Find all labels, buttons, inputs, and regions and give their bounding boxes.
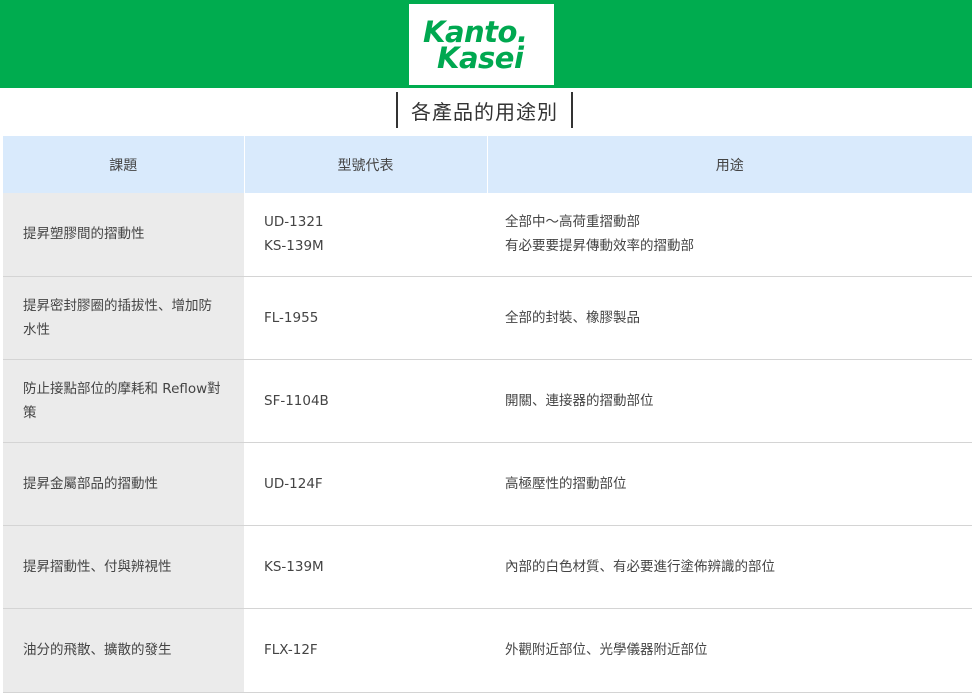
usage-text: 開關、連接器的摺動部位 — [505, 392, 654, 409]
usage-text: 內部的白色材質、有必要進行塗佈辨識的部位 — [505, 558, 775, 575]
kanto-kasei-logo[interactable]: Kanto. Kasei — [409, 4, 554, 85]
model-cell: UD-1321 KS-139M — [244, 193, 487, 277]
model-cell: SF-1104B — [244, 359, 487, 443]
table-row: 提昇摺動性、付與辨視性 KS-139M 內部的白色材質、有必要進行塗佈辨識的部位 — [3, 525, 972, 609]
usage-cell: 全部的封裝、橡膠製品 — [487, 276, 972, 360]
model-code: UD-124F — [264, 475, 323, 492]
model-cell: FLX-12F — [244, 608, 487, 693]
model-code: KS-139M — [264, 238, 324, 255]
usage-cell: 開關、連接器的摺動部位 — [487, 359, 972, 443]
model-cell: KS-139M — [244, 525, 487, 609]
page-title: 各產品的用途別 — [411, 99, 558, 124]
usage-text: 高極壓性的摺動部位 — [505, 475, 627, 492]
page-title-block: 各產品的用途別 — [396, 92, 573, 128]
model-code: FLX-12F — [264, 642, 318, 658]
table-row: 提昇密封膠圈的插拔性、增加防水性 FL-1955 全部的封裝、橡膠製品 — [3, 276, 972, 360]
model-cell: UD-124F — [244, 442, 487, 526]
usage-text: 外觀附近部位、光學儀器附近部位 — [505, 642, 708, 658]
column-header-issue: 課題 — [3, 136, 244, 193]
usage-cell: 高極壓性的摺動部位 — [487, 442, 972, 526]
usage-text: 有必要要提昇傳動效率的摺動部 — [505, 238, 694, 255]
issue-cell: 提昇摺動性、付與辨視性 — [3, 525, 244, 609]
table-row: 防止接點部位的摩耗和 Reflow對策 SF-1104B 開關、連接器的摺動部位 — [3, 359, 972, 443]
product-usage-table: 課題 型號代表 用途 提昇塑膠間的摺動性 UD-1321 KS-139M 全部中… — [3, 136, 972, 693]
table-row: 提昇塑膠間的摺動性 UD-1321 KS-139M 全部中～高荷重摺動部 有必要… — [3, 193, 972, 277]
usage-cell: 外觀附近部位、光學儀器附近部位 — [487, 608, 972, 693]
top-banner: Kanto. Kasei — [0, 0, 972, 88]
table-header-row: 課題 型號代表 用途 — [3, 136, 972, 193]
issue-cell: 提昇金屬部品的摺動性 — [3, 442, 244, 526]
issue-cell: 防止接點部位的摩耗和 Reflow對策 — [3, 359, 244, 443]
logo-text-line2: Kasei — [437, 41, 524, 75]
issue-cell: 提昇塑膠間的摺動性 — [3, 193, 244, 277]
column-header-model: 型號代表 — [243, 136, 487, 193]
usage-text: 全部的封裝、橡膠製品 — [505, 309, 640, 326]
issue-cell: 提昇密封膠圈的插拔性、增加防水性 — [3, 276, 244, 360]
issue-cell: 油分的飛散、擴散的發生 — [3, 608, 244, 693]
table-row: 油分的飛散、擴散的發生 FLX-12F 外觀附近部位、光學儀器附近部位 — [3, 608, 972, 693]
model-cell: FL-1955 — [244, 276, 487, 360]
model-code: SF-1104B — [264, 392, 329, 409]
model-code: KS-139M — [264, 558, 324, 575]
table-row: 提昇金屬部品的摺動性 UD-124F 高極壓性的摺動部位 — [3, 442, 972, 526]
model-code: FL-1955 — [264, 309, 319, 326]
usage-text: 全部中～高荷重摺動部 — [505, 214, 640, 231]
usage-cell: 全部中～高荷重摺動部 有必要要提昇傳動效率的摺動部 — [487, 193, 972, 277]
usage-cell: 內部的白色材質、有必要進行塗佈辨識的部位 — [487, 525, 972, 609]
model-code: UD-1321 — [264, 214, 324, 231]
column-header-usage: 用途 — [486, 136, 972, 193]
